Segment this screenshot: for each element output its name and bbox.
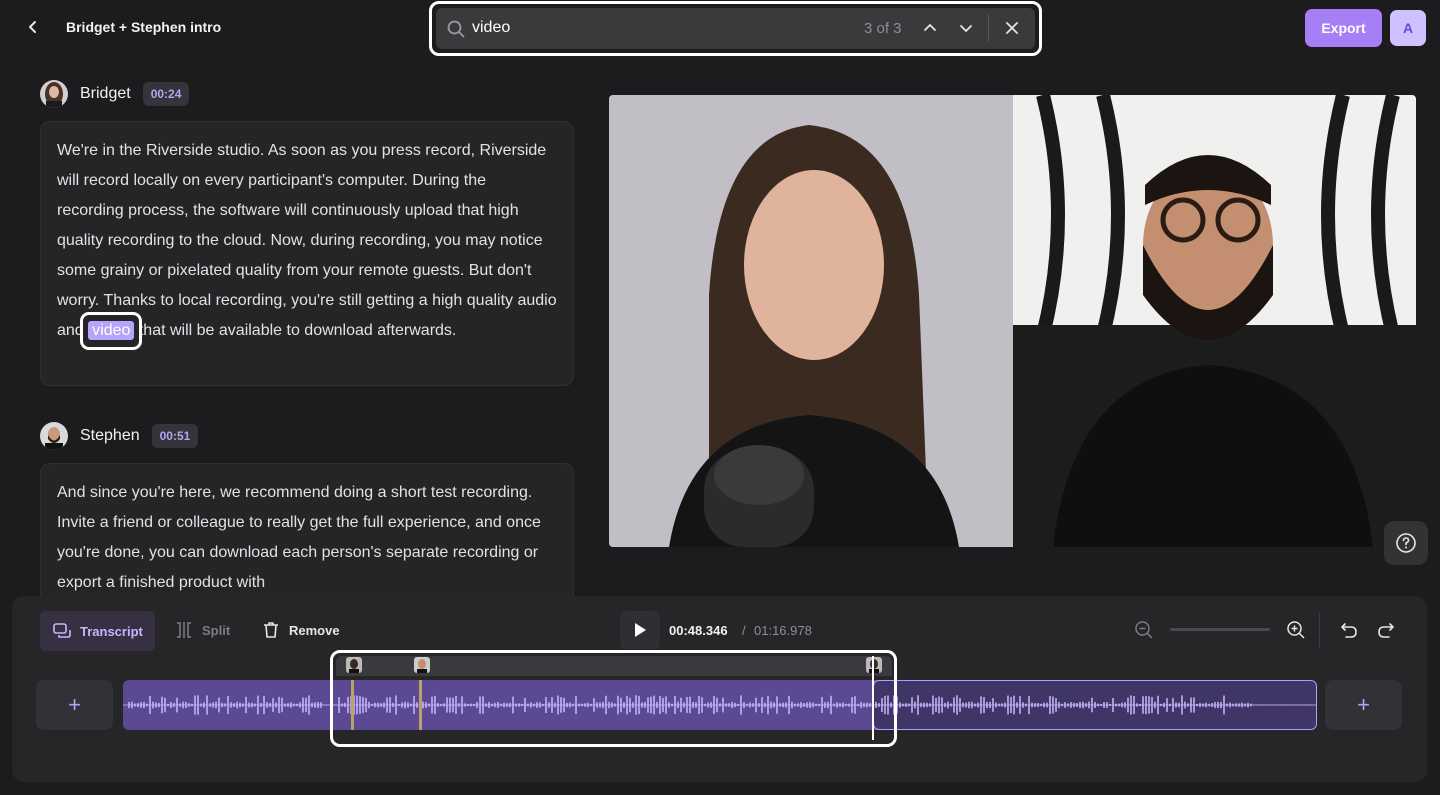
clip-speaker-thumbnail[interactable]: [866, 657, 882, 673]
chevron-up-icon: [924, 24, 936, 31]
transcript-mode-label: Transcript: [80, 623, 143, 639]
search-match-wrapper: video: [80, 312, 143, 350]
clip-boundary-marker[interactable]: [351, 680, 354, 730]
timestamp-badge[interactable]: 00:51: [151, 424, 199, 448]
speaker-header-bridget: Bridget 00:24: [40, 80, 190, 108]
remove-button[interactable]: Remove: [261, 620, 340, 640]
timestamp-badge[interactable]: 00:24: [142, 82, 190, 106]
clip-boundary-marker[interactable]: [419, 680, 422, 730]
chat-bubbles-icon: [53, 623, 71, 638]
transcript-text: And since you're here, we recommend doin…: [57, 484, 541, 591]
video-participant-bridget: [609, 95, 1013, 547]
zoom-in-button[interactable]: [1286, 620, 1306, 645]
redo-button[interactable]: [1376, 620, 1396, 645]
search-match-highlight[interactable]: video: [88, 321, 135, 340]
speaker-avatar-stephen: [40, 422, 68, 450]
search-icon: [447, 20, 465, 38]
time-separator: /: [742, 623, 746, 638]
redo-icon: [1378, 623, 1394, 638]
transcript-segment-bridget[interactable]: We're in the Riverside studio. As soon a…: [40, 121, 574, 386]
search-bar: 3 of 3: [436, 8, 1035, 49]
chevron-left-icon: [29, 21, 36, 33]
project-title: Bridget + Stephen intro: [66, 19, 222, 35]
export-button[interactable]: Export: [1305, 9, 1382, 47]
back-button[interactable]: [22, 16, 44, 38]
transcript-text: that will be available to download after…: [138, 322, 457, 339]
video-preview[interactable]: [609, 95, 1416, 547]
transcript-text: We're in the Riverside studio. As soon a…: [57, 142, 557, 339]
account-avatar-button[interactable]: A: [1390, 10, 1426, 46]
zoom-in-icon: [1287, 621, 1305, 639]
close-search-button[interactable]: [1002, 18, 1022, 38]
remove-label: Remove: [289, 622, 340, 638]
split-button[interactable]: Split: [174, 620, 230, 640]
search-match-count: 3 of 3: [864, 20, 902, 37]
add-clip-after-button[interactable]: +: [1325, 680, 1402, 730]
transcript-segment-stephen[interactable]: And since you're here, we recommend doin…: [40, 463, 574, 613]
trash-icon: [264, 622, 278, 638]
add-clip-before-button[interactable]: +: [36, 680, 113, 730]
previous-match-button[interactable]: [920, 18, 940, 38]
split-label: Split: [202, 622, 231, 638]
video-participant-stephen: [1013, 95, 1416, 547]
search-divider: [988, 14, 989, 42]
zoom-slider[interactable]: [1170, 628, 1270, 631]
clip-speaker-thumbnail[interactable]: [346, 657, 362, 673]
toolbar-divider: [1319, 612, 1320, 648]
zoom-out-icon: [1135, 621, 1153, 639]
next-match-button[interactable]: [956, 18, 976, 38]
zoom-out-button[interactable]: [1134, 620, 1154, 645]
speaker-header-stephen: Stephen 00:51: [40, 422, 199, 450]
search-input[interactable]: [472, 16, 812, 40]
play-button[interactable]: [620, 611, 660, 649]
transcript-mode-button[interactable]: Transcript: [40, 611, 155, 651]
play-icon: [635, 623, 646, 637]
undo-button[interactable]: [1339, 620, 1359, 645]
timeline-panel: Transcript Split Remove 00:48.346 / 01:1…: [12, 596, 1427, 782]
current-time: 00:48.346: [669, 623, 728, 638]
total-duration: 01:16.978: [754, 623, 812, 638]
speaker-name: Bridget: [80, 85, 131, 102]
speaker-avatar-bridget: [40, 80, 68, 108]
speaker-name: Stephen: [80, 427, 140, 444]
chevron-down-icon: [960, 25, 972, 32]
clip-speaker-thumbnail[interactable]: [414, 657, 430, 673]
question-mark-icon: [1396, 533, 1416, 553]
playhead[interactable]: [872, 656, 874, 740]
undo-icon: [1341, 623, 1357, 638]
split-icon: [177, 622, 191, 638]
close-icon: [1006, 22, 1018, 34]
help-button[interactable]: [1384, 521, 1428, 565]
